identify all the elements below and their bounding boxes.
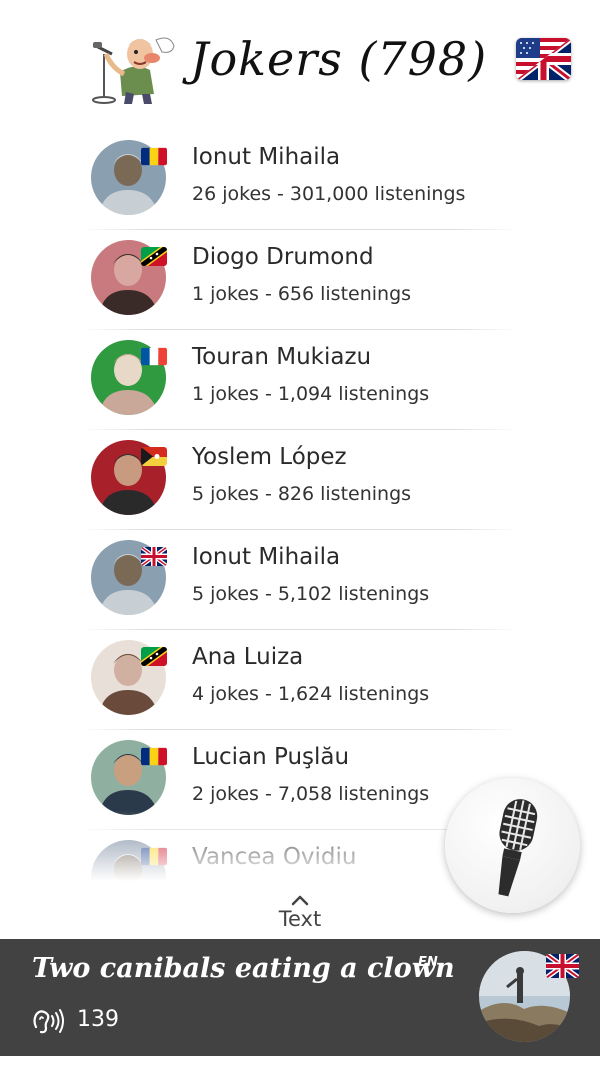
- now-playing-title: Two canibals eating a clown: [32, 953, 455, 984]
- country-flag-icon: [141, 147, 167, 166]
- listening-count: 301,000 listenings: [289, 183, 466, 205]
- bottom-strip: [0, 1056, 600, 1088]
- joke-count: 5 jokes: [192, 483, 259, 505]
- record-microphone-button[interactable]: [445, 778, 580, 913]
- listening-count: 1,094 listenings: [277, 383, 430, 405]
- listening-count: 656 listenings: [277, 283, 412, 305]
- now-playing-bar[interactable]: Two canibals eating a clown EN 139: [0, 939, 600, 1056]
- joker-name: Diogo Drumond: [192, 244, 374, 270]
- country-flag-icon: [141, 447, 167, 466]
- joker-stats: 5 jokes -826 listenings: [192, 483, 411, 505]
- comedian-microphone-icon: [92, 37, 175, 104]
- stats-separator: -: [264, 583, 272, 605]
- joke-count: 1 jokes: [192, 283, 259, 305]
- joker-name: Yoslem López: [192, 444, 347, 470]
- joker-name: Ionut Mihaila: [192, 544, 341, 570]
- joke-count: 1 jokes: [192, 383, 259, 405]
- text-toggle-button[interactable]: Text: [260, 893, 340, 939]
- ear-sound-icon: [33, 1009, 64, 1034]
- joke-count: 26 jokes: [192, 183, 272, 205]
- now-playing-language: EN: [418, 955, 438, 970]
- joker-row[interactable]: Diogo Drumond 1 jokes -656 listenings: [0, 230, 600, 330]
- joker-row[interactable]: Touran Mukiazu 1 jokes -1,094 listenings: [0, 330, 600, 430]
- stats-separator: -: [264, 783, 272, 805]
- microphone-icon: [498, 799, 538, 897]
- country-flag-icon: [141, 247, 167, 266]
- stats-separator: -: [264, 383, 272, 405]
- joke-count: 5 jokes: [192, 583, 259, 605]
- joker-stats: 1 jokes -656 listenings: [192, 283, 411, 305]
- country-flag-icon: [141, 647, 167, 666]
- listening-count: 5,102 listenings: [277, 583, 430, 605]
- joker-stats: 5 jokes -5,102 listenings: [192, 583, 429, 605]
- listening-count: 826 listenings: [277, 483, 412, 505]
- text-toggle-label: Text: [278, 907, 322, 931]
- joke-count: 4 jokes: [192, 683, 259, 705]
- joker-name: Ionut Mihaila: [192, 144, 341, 170]
- country-flag-icon: [141, 547, 167, 566]
- stats-separator: -: [264, 683, 272, 705]
- now-playing-flag-icon: [546, 954, 579, 978]
- joker-stats: 4 jokes -1,624 listenings: [192, 683, 429, 705]
- stats-separator: -: [264, 283, 272, 305]
- joker-name: Touran Mukiazu: [192, 344, 372, 370]
- page-title: Jokers (798): [190, 32, 488, 86]
- joker-stats: 26 jokes -301,000 listenings: [192, 183, 465, 205]
- stats-separator: -: [277, 183, 284, 205]
- app-screen: Jokers (798) Ionut Mihaila 26 jokes - 30…: [0, 0, 600, 1088]
- header: Jokers (798): [0, 0, 600, 120]
- stats-separator: -: [264, 483, 272, 505]
- us-uk-flag-icon: [516, 38, 571, 80]
- country-flag-icon: [141, 747, 167, 766]
- listening-count: 1,624 listenings: [277, 683, 430, 705]
- language-switch-button[interactable]: [516, 38, 571, 80]
- joke-count: 2 jokes: [192, 783, 259, 805]
- joker-row[interactable]: Yoslem López 5 jokes -826 listenings: [0, 430, 600, 530]
- joker-stats: 1 jokes -1,094 listenings: [192, 383, 429, 405]
- joker-name: Ana Luiza: [192, 644, 304, 670]
- joker-row[interactable]: Ionut Mihaila 5 jokes -5,102 listenings: [0, 530, 600, 630]
- chevron-up-icon: [291, 895, 309, 906]
- joker-row[interactable]: Ionut Mihaila 26 jokes -301,000 listening…: [0, 130, 600, 230]
- listening-count: 7,058 listenings: [277, 783, 430, 805]
- listen-count: 139: [77, 1007, 119, 1032]
- country-flag-icon: [141, 347, 167, 366]
- joker-name: Lucian Puşlău: [192, 744, 350, 770]
- joker-row[interactable]: Ana Luiza 4 jokes -1,624 listenings: [0, 630, 600, 730]
- joker-stats: 2 jokes -7,058 listenings: [192, 783, 429, 805]
